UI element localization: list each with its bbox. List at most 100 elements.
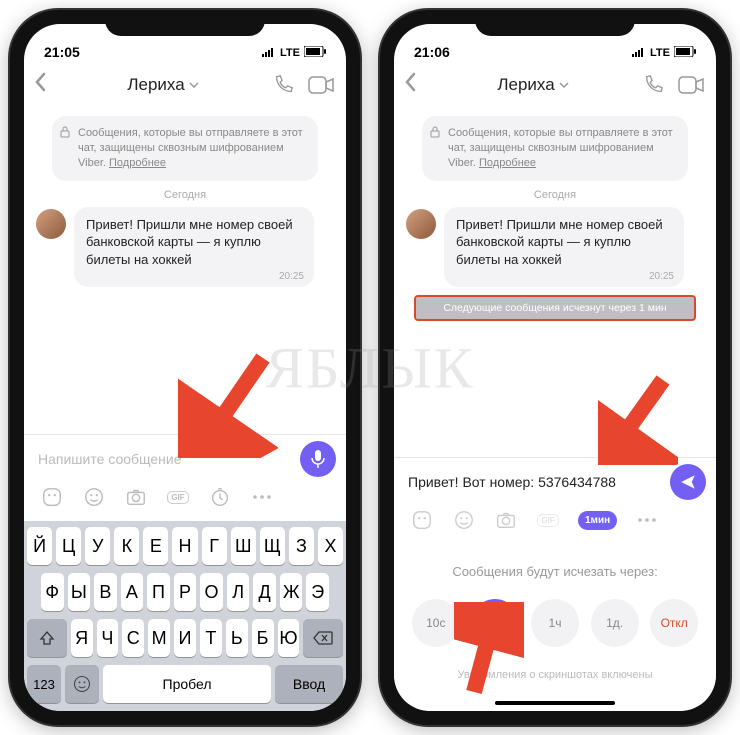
status-right: LTE xyxy=(632,46,696,60)
voice-button[interactable] xyxy=(300,441,336,477)
encryption-notice: Сообщения, которые вы отправляете в этот… xyxy=(422,116,688,181)
shift-key[interactable] xyxy=(27,619,67,657)
camera-icon[interactable] xyxy=(124,485,148,509)
emoji-icon[interactable] xyxy=(452,508,476,532)
video-call-button[interactable] xyxy=(676,70,706,100)
key-Е[interactable]: Е xyxy=(143,527,168,565)
key-К[interactable]: К xyxy=(114,527,139,565)
phone-left: 21:05 LTE Лериха xyxy=(10,10,360,725)
chat-header: Лериха xyxy=(394,64,716,106)
screen: 21:05 LTE Лериха xyxy=(24,24,346,711)
send-button[interactable] xyxy=(670,464,706,500)
key-Х[interactable]: Х xyxy=(318,527,343,565)
lock-icon xyxy=(60,126,70,143)
battery-icon xyxy=(304,46,326,60)
back-button[interactable] xyxy=(34,72,58,98)
gif-icon[interactable]: GIF xyxy=(536,508,560,532)
emoji-icon[interactable] xyxy=(82,485,106,509)
sticker-icon[interactable] xyxy=(40,485,64,509)
key-С[interactable]: С xyxy=(122,619,144,657)
call-button[interactable] xyxy=(268,70,298,100)
message-bubble[interactable]: Привет! Пришли мне номер своей банковско… xyxy=(74,207,314,288)
timer-option-10с[interactable]: 10с xyxy=(412,599,460,647)
signal-icon xyxy=(632,47,646,60)
avatar[interactable] xyxy=(36,209,66,239)
key-А[interactable]: А xyxy=(121,573,144,611)
key-Ь[interactable]: Ь xyxy=(226,619,248,657)
timer-title: Сообщения будут исчезать через: xyxy=(406,564,704,579)
contact-name[interactable]: Лериха xyxy=(66,75,260,95)
key-Ш[interactable]: Ш xyxy=(231,527,256,565)
key-М[interactable]: М xyxy=(148,619,170,657)
key-Н[interactable]: Н xyxy=(172,527,197,565)
input-area: GIF 1мин xyxy=(394,457,716,544)
key-В[interactable]: В xyxy=(94,573,117,611)
key-Я[interactable]: Я xyxy=(71,619,93,657)
video-call-button[interactable] xyxy=(306,70,336,100)
more-icon[interactable] xyxy=(635,508,659,532)
sticker-icon[interactable] xyxy=(410,508,434,532)
key-Б[interactable]: Б xyxy=(252,619,274,657)
timer-icon[interactable] xyxy=(208,485,232,509)
icon-strip: GIF 1мин xyxy=(404,506,706,538)
timer-option-1мин[interactable]: 1мин xyxy=(471,599,519,647)
message-input[interactable] xyxy=(404,468,664,496)
call-button[interactable] xyxy=(638,70,668,100)
key-О[interactable]: О xyxy=(200,573,223,611)
message-row: Привет! Пришли мне номер своей банковско… xyxy=(36,207,334,288)
more-icon[interactable] xyxy=(250,485,274,509)
notch xyxy=(105,10,265,36)
key-Й[interactable]: Й xyxy=(27,527,52,565)
icon-strip: GIF xyxy=(34,483,336,515)
keyboard: ЙЦУКЕНГШЩЗХ ФЫВАПРОЛДЖЭ ЯЧСМИТЬБЮ 123 Пр… xyxy=(24,521,346,711)
message-input[interactable] xyxy=(34,445,294,473)
backspace-key[interactable] xyxy=(303,619,343,657)
timer-option-1д.[interactable]: 1д. xyxy=(591,599,639,647)
key-Ц[interactable]: Ц xyxy=(56,527,81,565)
message-bubble[interactable]: Привет! Пришли мне номер своей банковско… xyxy=(444,207,684,288)
key-Р[interactable]: Р xyxy=(174,573,197,611)
key-Г[interactable]: Г xyxy=(202,527,227,565)
key-П[interactable]: П xyxy=(147,573,170,611)
signal-icon xyxy=(262,47,276,60)
timer-footer: Уведомления о скриншотах включены xyxy=(406,669,704,681)
chat-area[interactable]: Сообщения, которые вы отправляете в этот… xyxy=(24,106,346,434)
encryption-more-link[interactable]: Подробнее xyxy=(109,157,166,169)
key-З[interactable]: З xyxy=(289,527,314,565)
key-Л[interactable]: Л xyxy=(227,573,250,611)
key-Ю[interactable]: Ю xyxy=(278,619,300,657)
network-label: LTE xyxy=(280,47,300,59)
key-Ч[interactable]: Ч xyxy=(97,619,119,657)
battery-icon xyxy=(674,46,696,60)
input-area: GIF xyxy=(24,434,346,521)
message-time: 20:25 xyxy=(649,270,674,284)
lock-icon xyxy=(430,126,440,143)
enter-key[interactable]: Ввод xyxy=(275,665,343,703)
screen: 21:06 LTE Лериха Сообщения, которые вы о… xyxy=(394,24,716,711)
key-Э[interactable]: Э xyxy=(306,573,329,611)
encryption-notice: Сообщения, которые вы отправляете в этот… xyxy=(52,116,318,181)
disappear-banner: Следующие сообщения исчезнут через 1 мин xyxy=(414,295,696,321)
space-key[interactable]: Пробел xyxy=(103,665,271,703)
back-button[interactable] xyxy=(404,72,428,98)
key-У[interactable]: У xyxy=(85,527,110,565)
camera-icon[interactable] xyxy=(494,508,518,532)
avatar[interactable] xyxy=(406,209,436,239)
encryption-more-link[interactable]: Подробнее xyxy=(479,157,536,169)
key-Д[interactable]: Д xyxy=(253,573,276,611)
numeric-key[interactable]: 123 xyxy=(27,665,61,703)
emoji-keyboard-key[interactable] xyxy=(65,665,99,703)
status-right: LTE xyxy=(262,46,326,60)
key-И[interactable]: И xyxy=(174,619,196,657)
timer-option-Откл[interactable]: Откл xyxy=(650,599,698,647)
chat-area[interactable]: Сообщения, которые вы отправляете в этот… xyxy=(394,106,716,457)
key-Щ[interactable]: Щ xyxy=(260,527,285,565)
key-Ж[interactable]: Ж xyxy=(280,573,303,611)
timer-pill[interactable]: 1мин xyxy=(578,511,617,530)
timer-option-1ч[interactable]: 1ч xyxy=(531,599,579,647)
gif-icon[interactable]: GIF xyxy=(166,485,190,509)
key-Ф[interactable]: Ф xyxy=(41,573,64,611)
contact-name[interactable]: Лериха xyxy=(436,75,630,95)
key-Т[interactable]: Т xyxy=(200,619,222,657)
key-Ы[interactable]: Ы xyxy=(68,573,91,611)
